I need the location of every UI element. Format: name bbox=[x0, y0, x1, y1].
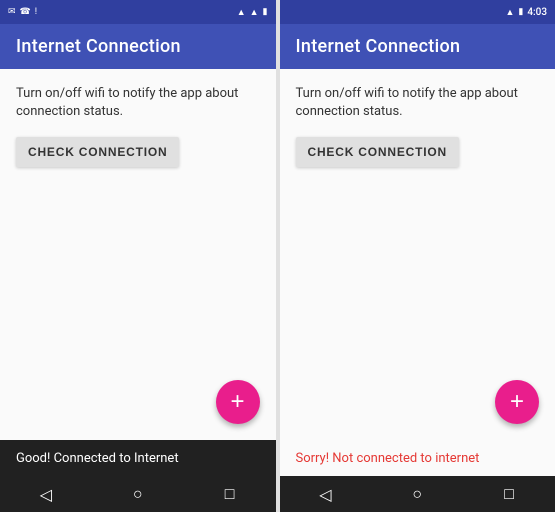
content-area-2: Turn on/off wifi to notify the app about… bbox=[280, 69, 555, 440]
battery-icon-2: ▮ bbox=[518, 7, 523, 17]
check-connection-button-1[interactable]: CHECK CONNECTION bbox=[16, 137, 179, 167]
app-title-1: Internet Connection bbox=[16, 36, 181, 57]
wifi-signal-icon: ▲ bbox=[237, 7, 246, 18]
check-connection-button-2[interactable]: CHECK CONNECTION bbox=[296, 137, 459, 167]
content-area-1: Turn on/off wifi to notify the app about… bbox=[0, 69, 276, 440]
time-display: 4:03 bbox=[527, 7, 547, 18]
snackbar-2: Sorry! Not connected to internet bbox=[280, 440, 555, 476]
signal-bars-icon: ▲ bbox=[250, 7, 259, 18]
recent-button-2[interactable]: □ bbox=[493, 478, 525, 510]
fab-button-2[interactable]: + bbox=[495, 380, 539, 424]
status-bar-left-1: ✉ ☎ ! bbox=[8, 7, 37, 17]
app-bar-2: Internet Connection bbox=[280, 24, 555, 69]
description-1: Turn on/off wifi to notify the app about… bbox=[16, 85, 260, 121]
nav-bar-1: ◁ ○ □ bbox=[0, 476, 276, 512]
alert-icon: ! bbox=[35, 7, 37, 17]
snackbar-text-2: Sorry! Not connected to internet bbox=[296, 451, 480, 466]
app-bar-1: Internet Connection bbox=[0, 24, 276, 69]
status-bar-right-2: ▲ ▮ 4:03 bbox=[505, 7, 547, 18]
snackbar-1: Good! Connected to Internet bbox=[0, 440, 276, 476]
recent-button-1[interactable]: □ bbox=[214, 478, 246, 510]
battery-icon-1: ▮ bbox=[263, 7, 268, 17]
status-bar-2: ▲ ▮ 4:03 bbox=[280, 0, 555, 24]
msg-icon: ✉ bbox=[8, 7, 16, 17]
status-bar-right-1: ▲ ▲ ▮ bbox=[237, 7, 268, 18]
signal-bars-icon-2: ▲ bbox=[505, 7, 514, 18]
description-2: Turn on/off wifi to notify the app about… bbox=[296, 85, 540, 121]
app-title-2: Internet Connection bbox=[296, 36, 461, 57]
status-bar-1: ✉ ☎ ! ▲ ▲ ▮ bbox=[0, 0, 276, 24]
home-button-1[interactable]: ○ bbox=[122, 478, 154, 510]
fab-button-1[interactable]: + bbox=[216, 380, 260, 424]
home-button-2[interactable]: ○ bbox=[401, 478, 433, 510]
back-button-1[interactable]: ◁ bbox=[30, 478, 62, 510]
device-bottom-1: Good! Connected to Internet ◁ ○ □ bbox=[0, 440, 276, 512]
snackbar-text-1: Good! Connected to Internet bbox=[16, 451, 179, 466]
device-bottom-2: Sorry! Not connected to internet ◁ ○ □ bbox=[280, 440, 555, 512]
phone-icon: ☎ bbox=[20, 7, 31, 17]
nav-bar-2: ◁ ○ □ bbox=[280, 476, 555, 512]
back-button-2[interactable]: ◁ bbox=[309, 478, 341, 510]
